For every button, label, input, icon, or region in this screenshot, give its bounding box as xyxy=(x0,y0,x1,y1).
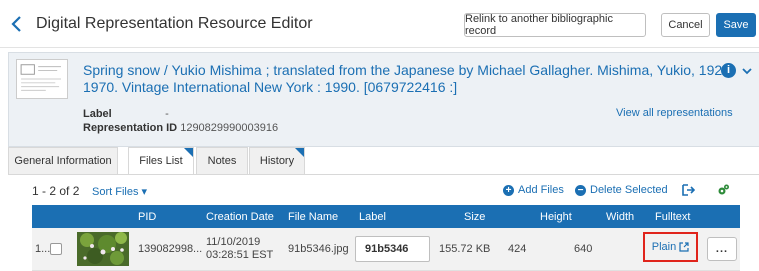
col-header-creation-date[interactable]: Creation Date xyxy=(206,211,274,223)
tab-files-list[interactable]: Files List xyxy=(128,147,194,175)
col-header-width[interactable]: Width xyxy=(606,211,634,223)
record-title[interactable]: Spring snow / Yukio Mishima ; translated… xyxy=(83,62,731,96)
col-header-height[interactable]: Height xyxy=(540,211,572,223)
tab-notes[interactable]: Notes xyxy=(196,147,248,175)
view-all-representations-link[interactable]: View all representations xyxy=(616,107,733,119)
page-title: Digital Representation Resource Editor xyxy=(36,15,313,32)
export-icon[interactable] xyxy=(681,183,695,197)
delete-selected-label: Delete Selected xyxy=(590,184,668,196)
cancel-button[interactable]: Cancel xyxy=(661,13,710,37)
representation-id-value: 1290829990003916 xyxy=(180,122,279,134)
relink-button[interactable]: Relink to another bibliographic record xyxy=(464,13,646,37)
tab-corner-marker xyxy=(295,148,304,157)
fulltext-plain-label: Plain xyxy=(651,241,677,253)
tab-corner-marker xyxy=(184,148,193,157)
width-cell: 640 xyxy=(574,243,593,255)
table-settings-gear-icon[interactable] xyxy=(716,183,730,197)
back-chevron-icon[interactable] xyxy=(8,14,26,34)
files-table-header: PID Creation Date File Name Label Size H… xyxy=(32,205,740,228)
representation-id-key: Representation ID xyxy=(83,122,178,134)
record-title-line2[interactable]: 1970. Vintage International New York : 1… xyxy=(83,79,457,95)
row-index: 1... xyxy=(35,243,51,255)
info-icon[interactable]: i xyxy=(721,63,736,78)
files-toolbar: 1 - 2 of 2 Sort Files ▾ + Add Files − De… xyxy=(8,175,759,207)
tab-label: Notes xyxy=(207,155,237,167)
representation-id-row: Representation ID 1290829990003916 xyxy=(83,122,278,134)
chevron-down-icon[interactable] xyxy=(740,64,754,78)
size-cell: 155.72 KB xyxy=(439,243,491,255)
creation-time: 03:28:51 EST xyxy=(206,249,274,261)
col-header-fulltext[interactable]: Fulltext xyxy=(655,211,690,223)
fulltext-plain-link[interactable]: Plain xyxy=(643,232,698,262)
file-name-cell: 91b5346.jpg xyxy=(288,243,349,255)
table-row[interactable]: 1... 139082998... 11/10/2019 03:28:51 ES… xyxy=(32,228,740,271)
label-row: Label - xyxy=(83,108,169,120)
tab-bar: General Information Files List Notes His… xyxy=(8,147,759,175)
tab-label: Files List xyxy=(139,155,183,167)
add-files-label: Add Files xyxy=(518,184,564,196)
height-cell: 424 xyxy=(508,243,527,255)
editor-header: Digital Representation Resource Editor R… xyxy=(0,0,759,48)
tab-general-information[interactable]: General Information xyxy=(8,147,118,175)
tab-label: History xyxy=(259,155,295,167)
creation-date-cell: 11/10/2019 03:28:51 EST xyxy=(206,236,273,262)
col-header-label[interactable]: Label xyxy=(359,211,386,223)
col-header-file-name[interactable]: File Name xyxy=(288,211,338,223)
label-value: - xyxy=(165,108,169,120)
results-count: 1 - 2 of 2 xyxy=(32,184,80,198)
pid-cell: 139082998... xyxy=(138,243,203,255)
col-header-size[interactable]: Size xyxy=(464,211,485,223)
record-thumbnail-icon xyxy=(16,59,68,99)
tab-history[interactable]: History xyxy=(249,147,305,175)
label-key: Label xyxy=(83,108,112,120)
record-summary: Spring snow / Yukio Mishima ; translated… xyxy=(8,52,759,147)
sort-files-dropdown[interactable]: Sort Files ▾ xyxy=(92,185,147,198)
label-input[interactable] xyxy=(355,236,430,262)
creation-date: 11/10/2019 xyxy=(206,236,261,248)
tab-label: General Information xyxy=(14,155,112,167)
row-actions-button[interactable]: ... xyxy=(707,237,737,261)
minus-circle-icon: − xyxy=(575,184,586,196)
external-link-icon xyxy=(679,242,689,252)
record-title-line1[interactable]: Spring snow / Yukio Mishima ; translated… xyxy=(83,62,722,78)
plus-circle-icon: + xyxy=(503,184,514,196)
col-header-pid[interactable]: PID xyxy=(138,211,156,223)
delete-selected-button[interactable]: − Delete Selected xyxy=(575,184,668,196)
file-image-thumbnail[interactable] xyxy=(77,232,129,266)
row-checkbox[interactable] xyxy=(50,243,62,255)
save-button[interactable]: Save xyxy=(716,13,756,37)
add-files-button[interactable]: + Add Files xyxy=(503,184,564,196)
